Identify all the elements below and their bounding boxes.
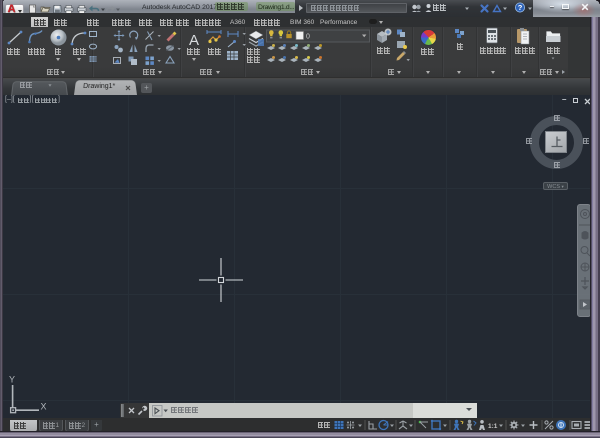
svg-text:?: ? [518, 3, 523, 12]
svg-text:0: 0 [306, 34, 310, 41]
svg-text:1:1: 1:1 [488, 423, 498, 430]
svg-text:A: A [189, 32, 199, 49]
svg-text:Y: Y [9, 375, 15, 385]
svg-text:X: X [41, 402, 47, 412]
